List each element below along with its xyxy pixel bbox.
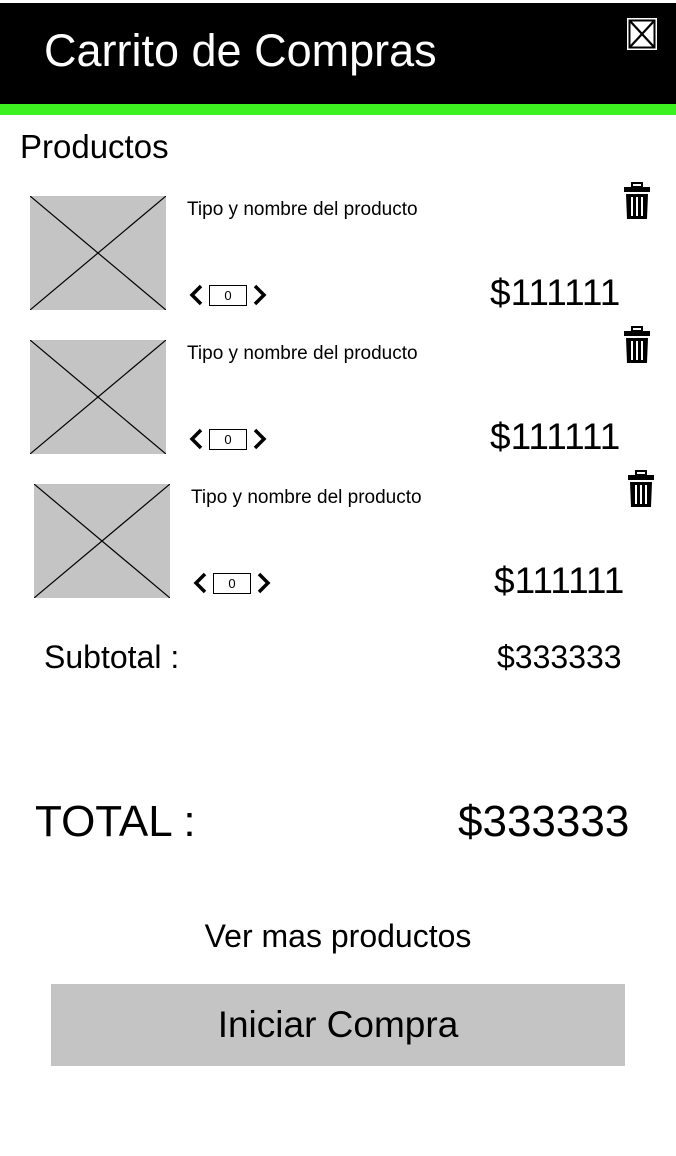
product-item: Tipo y nombre del producto 0 $111111 <box>0 180 676 313</box>
subtotal-value: $333333 <box>497 639 622 675</box>
product-name: Tipo y nombre del producto <box>187 343 418 364</box>
decrease-quantity-button[interactable] <box>186 280 206 310</box>
image-placeholder-icon <box>30 340 166 454</box>
quantity-input[interactable]: 0 <box>209 428 247 450</box>
delete-button[interactable] <box>627 470 655 508</box>
delete-button[interactable] <box>623 182 651 220</box>
product-item: Tipo y nombre del producto 0 $111111 <box>0 468 676 601</box>
trash-icon <box>624 326 650 363</box>
product-image <box>34 484 170 598</box>
products-section-title: Productos <box>20 128 169 165</box>
subtotal-label: Subtotal : <box>44 639 180 675</box>
product-image <box>30 196 166 310</box>
quantity-stepper: 0 <box>186 280 270 310</box>
chevron-left-icon <box>189 284 203 306</box>
delete-button[interactable] <box>623 326 651 364</box>
increase-quantity-button[interactable] <box>254 568 274 598</box>
total-value: $333333 <box>458 797 630 846</box>
page-title: Carrito de Compras <box>44 25 437 76</box>
quantity-stepper: 0 <box>186 424 270 454</box>
image-placeholder-icon <box>30 196 166 310</box>
increase-quantity-button[interactable] <box>250 424 270 454</box>
image-placeholder-icon <box>34 484 170 598</box>
product-item: Tipo y nombre del producto 0 $111111 <box>0 324 676 457</box>
quantity-stepper: 0 <box>190 568 274 598</box>
close-box-icon <box>627 18 657 50</box>
quantity-input[interactable]: 0 <box>213 572 251 594</box>
product-name: Tipo y nombre del producto <box>187 199 418 220</box>
chevron-right-icon <box>253 428 267 450</box>
quantity-input[interactable]: 0 <box>209 284 247 306</box>
product-price: $111111 <box>494 560 625 601</box>
total-label: TOTAL : <box>35 797 196 846</box>
trash-icon <box>628 470 654 507</box>
checkout-button[interactable]: Iniciar Compra <box>51 984 625 1066</box>
product-price: $111111 <box>490 272 621 313</box>
more-products-link[interactable]: Ver mas productos <box>0 916 676 956</box>
chevron-left-icon <box>189 428 203 450</box>
header-accent-stripe <box>0 104 676 115</box>
increase-quantity-button[interactable] <box>250 280 270 310</box>
chevron-right-icon <box>253 284 267 306</box>
decrease-quantity-button[interactable] <box>190 568 210 598</box>
header-bar: Carrito de Compras <box>0 3 676 104</box>
product-price: $111111 <box>490 416 621 457</box>
decrease-quantity-button[interactable] <box>186 424 206 454</box>
product-name: Tipo y nombre del producto <box>191 487 422 508</box>
product-image <box>30 340 166 454</box>
chevron-left-icon <box>193 572 207 594</box>
close-button[interactable] <box>626 17 658 51</box>
chevron-right-icon <box>257 572 271 594</box>
trash-icon <box>624 182 650 219</box>
